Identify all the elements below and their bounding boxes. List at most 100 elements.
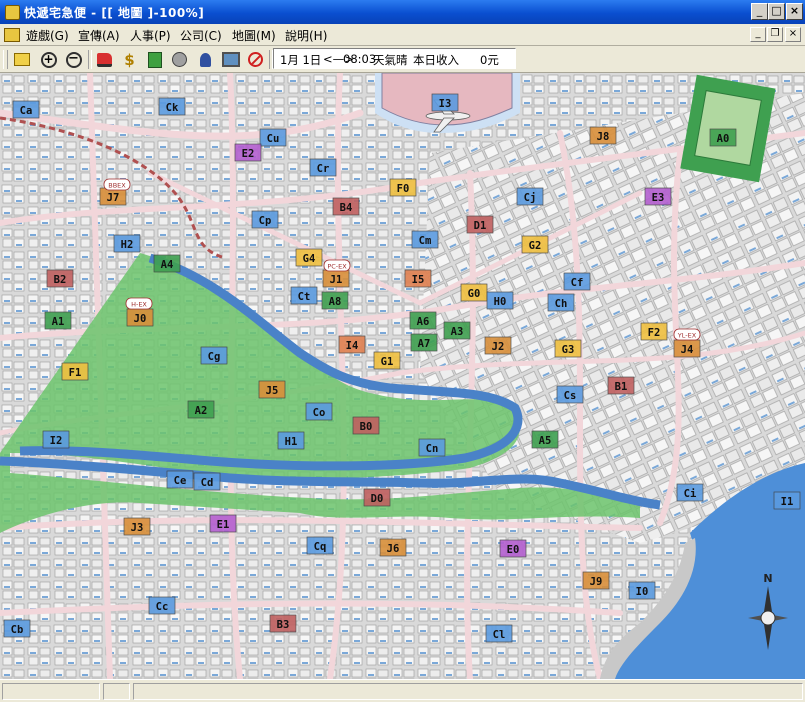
district-marker-h2[interactable]: H2 [113, 234, 141, 253]
district-marker-cq[interactable]: Cq [306, 536, 334, 555]
district-marker-cr[interactable]: Cr [309, 158, 337, 177]
district-marker-j6[interactable]: J6 [379, 538, 407, 557]
district-marker-cm[interactable]: Cm [411, 230, 439, 249]
district-marker-ce[interactable]: Ce [166, 470, 194, 489]
district-marker-e3[interactable]: E3 [644, 187, 672, 206]
district-marker-cd[interactable]: Cd [193, 472, 221, 491]
district-marker-i1[interactable]: I1 [773, 491, 801, 510]
district-marker-h1[interactable]: H1 [277, 431, 305, 450]
district-label: I3 [439, 98, 452, 110]
child-minimize-button[interactable]: _ [750, 27, 766, 42]
district-marker-ck[interactable]: Ck [158, 97, 186, 116]
district-marker-cf[interactable]: Cf [563, 272, 591, 291]
district-marker-a8[interactable]: A8 [321, 291, 349, 310]
ledger-icon[interactable] [145, 50, 164, 69]
district-marker-a6[interactable]: A6 [409, 311, 437, 330]
window-title: 快遞宅急便 - [[ 地圖 ]-100%] [24, 6, 205, 20]
district-marker-cb[interactable]: Cb [3, 619, 31, 638]
district-marker-ct[interactable]: Ct [290, 286, 318, 305]
district-marker-h0[interactable]: H0 [486, 291, 514, 310]
district-marker-j3[interactable]: J3 [123, 517, 151, 536]
computer-icon[interactable] [221, 50, 240, 69]
district-marker-g1[interactable]: G1 [373, 351, 401, 370]
district-label: Cq [314, 541, 327, 553]
phone-icon[interactable] [170, 50, 189, 69]
district-marker-a2[interactable]: A2 [187, 400, 215, 419]
district-marker-j5[interactable]: J5 [258, 380, 286, 399]
child-close-button[interactable]: × [785, 27, 801, 42]
minimize-button[interactable]: _ [751, 3, 768, 20]
district-marker-b4[interactable]: B4 [332, 197, 360, 216]
district-marker-f1[interactable]: F1 [61, 362, 89, 381]
stop-icon[interactable] [246, 50, 265, 69]
district-marker-cn[interactable]: Cn [418, 438, 446, 457]
district-marker-cu[interactable]: Cu [259, 128, 287, 147]
document-icon[interactable] [4, 28, 20, 42]
district-marker-cl[interactable]: Cl [485, 624, 513, 643]
district-marker-e1[interactable]: E1 [209, 514, 237, 533]
menu-help[interactable]: 說明(H) [285, 27, 327, 44]
menu-advertise[interactable]: 宣傳(A) [78, 27, 120, 44]
district-label: F1 [69, 367, 82, 379]
district-marker-ca[interactable]: Ca [12, 100, 40, 119]
close-button[interactable]: × [786, 3, 803, 20]
district-marker-j1[interactable]: J1 [322, 269, 350, 288]
district-marker-b1[interactable]: B1 [607, 376, 635, 395]
district-marker-g4[interactable]: G4 [295, 248, 323, 267]
district-marker-j0[interactable]: J0 [126, 308, 154, 327]
district-marker-e0[interactable]: E0 [499, 539, 527, 558]
app-icon[interactable] [5, 5, 20, 20]
money-icon[interactable]: $ [120, 50, 139, 69]
child-restore-button[interactable]: ❐ [767, 27, 783, 42]
district-marker-a7[interactable]: A7 [410, 333, 438, 352]
district-marker-b2[interactable]: B2 [46, 269, 74, 288]
truck-icon[interactable] [95, 50, 114, 69]
district-marker-i0[interactable]: I0 [628, 581, 656, 600]
staff-icon[interactable] [196, 50, 215, 69]
district-marker-d1[interactable]: D1 [466, 215, 494, 234]
zoom-in-icon[interactable]: + [39, 50, 58, 69]
district-marker-j7[interactable]: J7 [99, 187, 127, 206]
svg-text:PC-EX: PC-EX [327, 263, 347, 271]
district-marker-cj[interactable]: Cj [516, 187, 544, 206]
folder-icon[interactable] [12, 50, 31, 69]
district-marker-b3[interactable]: B3 [269, 614, 297, 633]
district-marker-f0[interactable]: F0 [389, 178, 417, 197]
menu-company[interactable]: 公司(C) [180, 27, 222, 44]
district-marker-f2[interactable]: F2 [640, 322, 668, 341]
maximize-button[interactable]: □ [768, 3, 785, 20]
district-marker-cg[interactable]: Cg [200, 346, 228, 365]
district-marker-i5[interactable]: I5 [404, 269, 432, 288]
district-label: G1 [381, 356, 394, 368]
zoom-out-icon[interactable]: − [64, 50, 83, 69]
district-marker-co[interactable]: Co [305, 402, 333, 421]
district-marker-d0[interactable]: D0 [363, 488, 391, 507]
menu-game[interactable]: 遊戲(G) [26, 27, 69, 44]
district-marker-cc[interactable]: Cc [148, 596, 176, 615]
district-marker-g2[interactable]: G2 [521, 235, 549, 254]
district-marker-b0[interactable]: B0 [352, 416, 380, 435]
district-marker-a5[interactable]: A5 [531, 430, 559, 449]
district-marker-a3[interactable]: A3 [443, 321, 471, 340]
toolbar-grip[interactable] [3, 50, 8, 69]
district-marker-g0[interactable]: G0 [460, 283, 488, 302]
district-marker-j9[interactable]: J9 [582, 571, 610, 590]
district-marker-ch[interactable]: Ch [547, 293, 575, 312]
district-marker-a1[interactable]: A1 [44, 311, 72, 330]
city-map[interactable]: Ca Ck Cu E2 Cr J7 F0 B4 Cp H2 G4 Cm D1 Cj G2 A4 B2 J1 I5 Ct… [0, 73, 805, 679]
district-marker-ci[interactable]: Ci [676, 483, 704, 502]
district-marker-i2[interactable]: I2 [42, 430, 70, 449]
district-marker-a0[interactable]: A0 [709, 128, 737, 147]
district-marker-j4[interactable]: J4 [673, 339, 701, 358]
district-marker-j2[interactable]: J2 [484, 336, 512, 355]
district-marker-a4[interactable]: A4 [153, 254, 181, 273]
district-marker-cs[interactable]: Cs [556, 385, 584, 404]
district-marker-g3[interactable]: G3 [554, 339, 582, 358]
menu-map[interactable]: 地圖(M) [232, 27, 276, 44]
district-marker-cp[interactable]: Cp [251, 210, 279, 229]
district-marker-e2[interactable]: E2 [234, 143, 262, 162]
district-marker-j8[interactable]: J8 [589, 126, 617, 145]
district-marker-i4[interactable]: I4 [338, 335, 366, 354]
district-marker-i3[interactable]: I3 [431, 93, 459, 112]
menu-personnel[interactable]: 人事(P) [130, 27, 171, 44]
